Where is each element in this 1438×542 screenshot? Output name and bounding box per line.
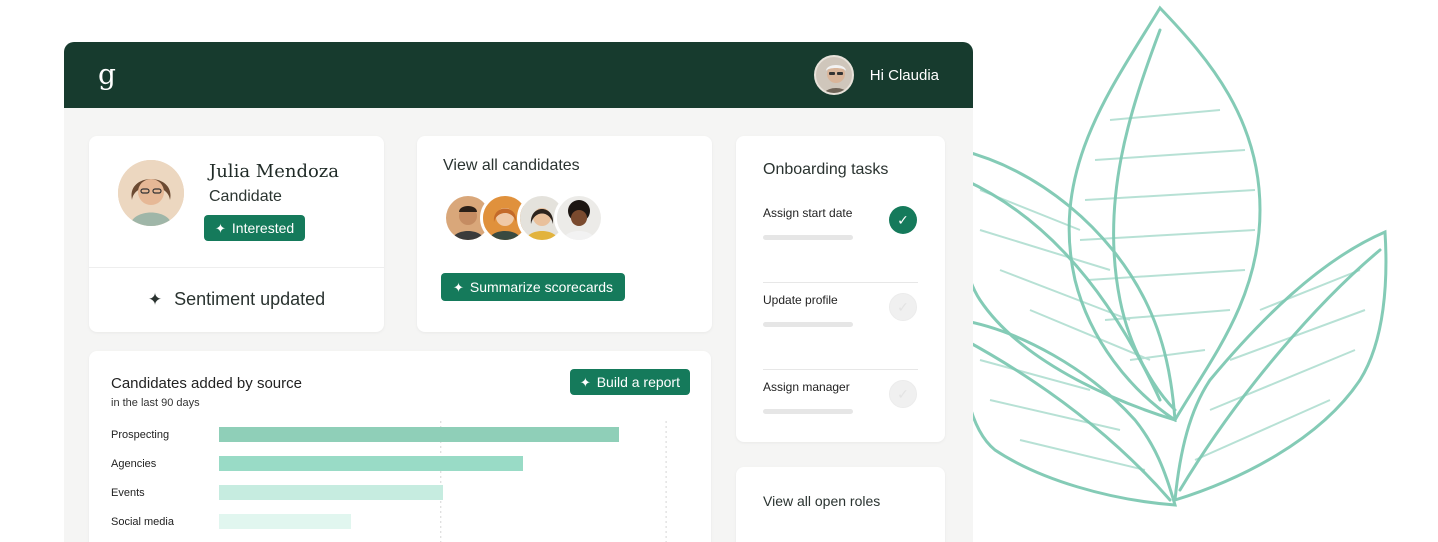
view-all-candidates-link[interactable]: View all candidates — [443, 157, 686, 175]
checkmark-icon[interactable]: ✓ — [889, 380, 917, 408]
greenhouse-logo[interactable]: g — [98, 61, 116, 89]
sentiment-status: ✦ Sentiment updated — [89, 268, 384, 331]
candidate-name[interactable]: Julia Mendoza — [209, 161, 339, 182]
candidate-avatar[interactable] — [118, 160, 184, 226]
view-all-open-roles-link[interactable]: View all open roles — [763, 493, 918, 509]
task-progress-line — [763, 322, 853, 327]
chart-bar[interactable] — [219, 485, 443, 500]
bar-chart: Prospecting Agencies Events Social media — [111, 421, 667, 542]
task-item[interactable]: Update profile ✓ — [763, 283, 918, 370]
candidate-profile-card: Julia Mendoza Candidate ✦ Interested ✦ S… — [89, 136, 384, 332]
report-chart-card: Candidates added by source in the last 9… — [89, 351, 711, 542]
sparkle-icon: ✦ — [147, 290, 163, 309]
task-item[interactable]: Assign manager ✓ — [763, 370, 918, 457]
chart-bar[interactable] — [219, 514, 351, 529]
candidate-profile-header: Julia Mendoza Candidate ✦ Interested — [89, 136, 384, 268]
candidate-role: Candidate — [209, 188, 282, 205]
chart-category-label: Events — [111, 487, 145, 499]
badge-label: Interested — [231, 220, 295, 236]
task-progress-line — [763, 235, 853, 240]
onboarding-tasks-card: Onboarding tasks Assign start date ✓ Upd… — [736, 136, 945, 442]
candidate-avatars — [443, 193, 686, 243]
user-menu[interactable]: Hi Claudia — [813, 55, 939, 95]
leaf-illustration — [960, 5, 1388, 507]
task-progress-line — [763, 409, 853, 414]
user-avatar[interactable] — [813, 55, 854, 95]
checkmark-icon[interactable]: ✓ — [889, 293, 917, 321]
app-window: g Hi Claudia Julia Mendoza Candidate ✦ I… — [64, 42, 973, 542]
chart-category-label: Social media — [111, 516, 175, 528]
summarize-label: Summarize scorecards — [469, 279, 614, 295]
interested-badge[interactable]: ✦ Interested — [204, 215, 306, 241]
greeting-text: Hi Claudia — [869, 66, 939, 84]
open-roles-card: View all open roles — [736, 467, 945, 542]
sentiment-text: Sentiment updated — [174, 289, 326, 309]
chart-category-label: Agencies — [111, 458, 157, 470]
task-item[interactable]: Assign start date ✓ — [763, 196, 918, 283]
chart-bar[interactable] — [219, 427, 619, 442]
task-list: Assign start date ✓ Update profile ✓ Ass… — [763, 196, 918, 457]
sparkle-icon: ✦ — [215, 220, 226, 236]
top-bar: g Hi Claudia — [64, 42, 973, 108]
summarize-scorecards-button[interactable]: ✦ Summarize scorecards — [441, 273, 626, 301]
candidates-card: View all candidates ✦ Summarize scorecar… — [417, 136, 712, 332]
candidate-avatar-4[interactable] — [554, 193, 604, 243]
chart-category-label: Prospecting — [111, 429, 169, 441]
sparkle-icon: ✦ — [453, 279, 464, 295]
onboarding-title: Onboarding tasks — [763, 161, 889, 178]
chart-bar[interactable] — [219, 456, 523, 471]
checkmark-icon[interactable]: ✓ — [889, 206, 917, 234]
